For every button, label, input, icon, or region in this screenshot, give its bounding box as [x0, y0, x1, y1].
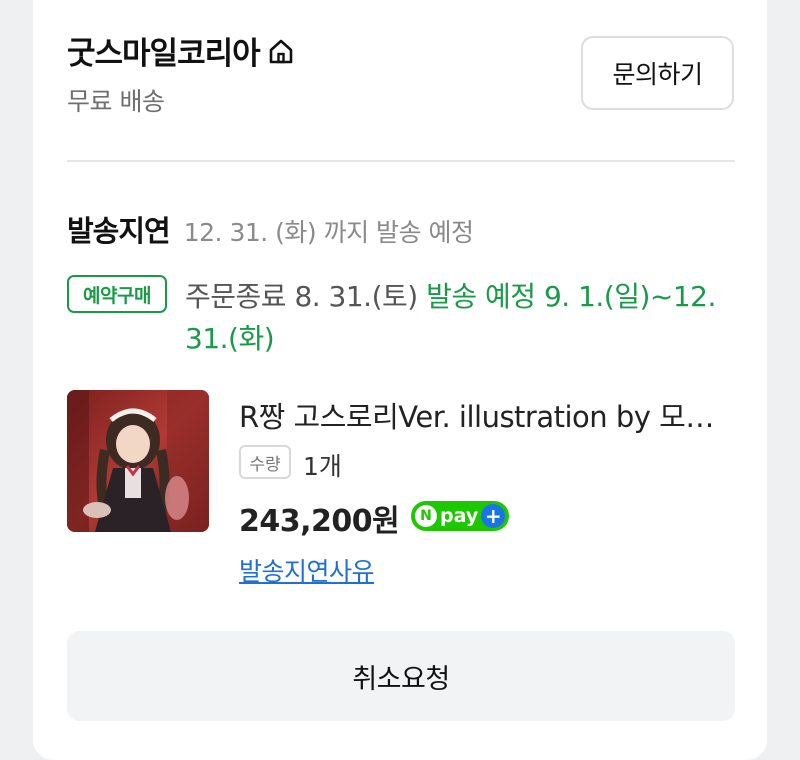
product-price: 243,200원	[239, 504, 400, 539]
status-title: 발송지연	[67, 214, 171, 248]
order-card: 굿스마일코리아 무료 배송 문의하기 발송지연 12. 31. (화) 까지 발…	[33, 0, 767, 760]
shipping-fee: 무료 배송	[67, 87, 165, 116]
status-date: 12. 31. (화) 까지 발송 예정	[183, 218, 474, 247]
order-end-date: 주문종료 8. 31.(토)	[185, 280, 418, 313]
delay-reason-link[interactable]: 발송지연사유	[239, 552, 375, 588]
plus-icon: +	[481, 504, 506, 528]
product-thumbnail[interactable]	[67, 390, 209, 532]
seller-name-label: 굿스마일코리아	[67, 36, 261, 72]
preorder-info: 주문종료 8. 31.(토) 발송 예정 9. 1.(일)~12. 31.(화)	[185, 276, 745, 360]
preorder-badge: 예약구매	[67, 275, 167, 313]
seller-name[interactable]: 굿스마일코리아	[67, 28, 296, 73]
inquiry-button[interactable]: 문의하기	[581, 36, 734, 110]
npay-label: pay	[440, 505, 479, 527]
quantity-value: 1개	[303, 452, 342, 481]
cancel-request-button[interactable]: 취소요청	[67, 631, 735, 721]
divider	[67, 160, 735, 162]
product-title[interactable]: R짱 고스로리Ver. illustration by 모…	[239, 394, 739, 436]
delivery-status: 발송지연 12. 31. (화) 까지 발송 예정	[67, 208, 474, 250]
npay-n-icon: N	[415, 505, 437, 527]
npay-plus-badge: N pay +	[411, 501, 509, 531]
home-icon[interactable]	[266, 36, 296, 66]
quantity-label: 수량	[239, 445, 291, 479]
